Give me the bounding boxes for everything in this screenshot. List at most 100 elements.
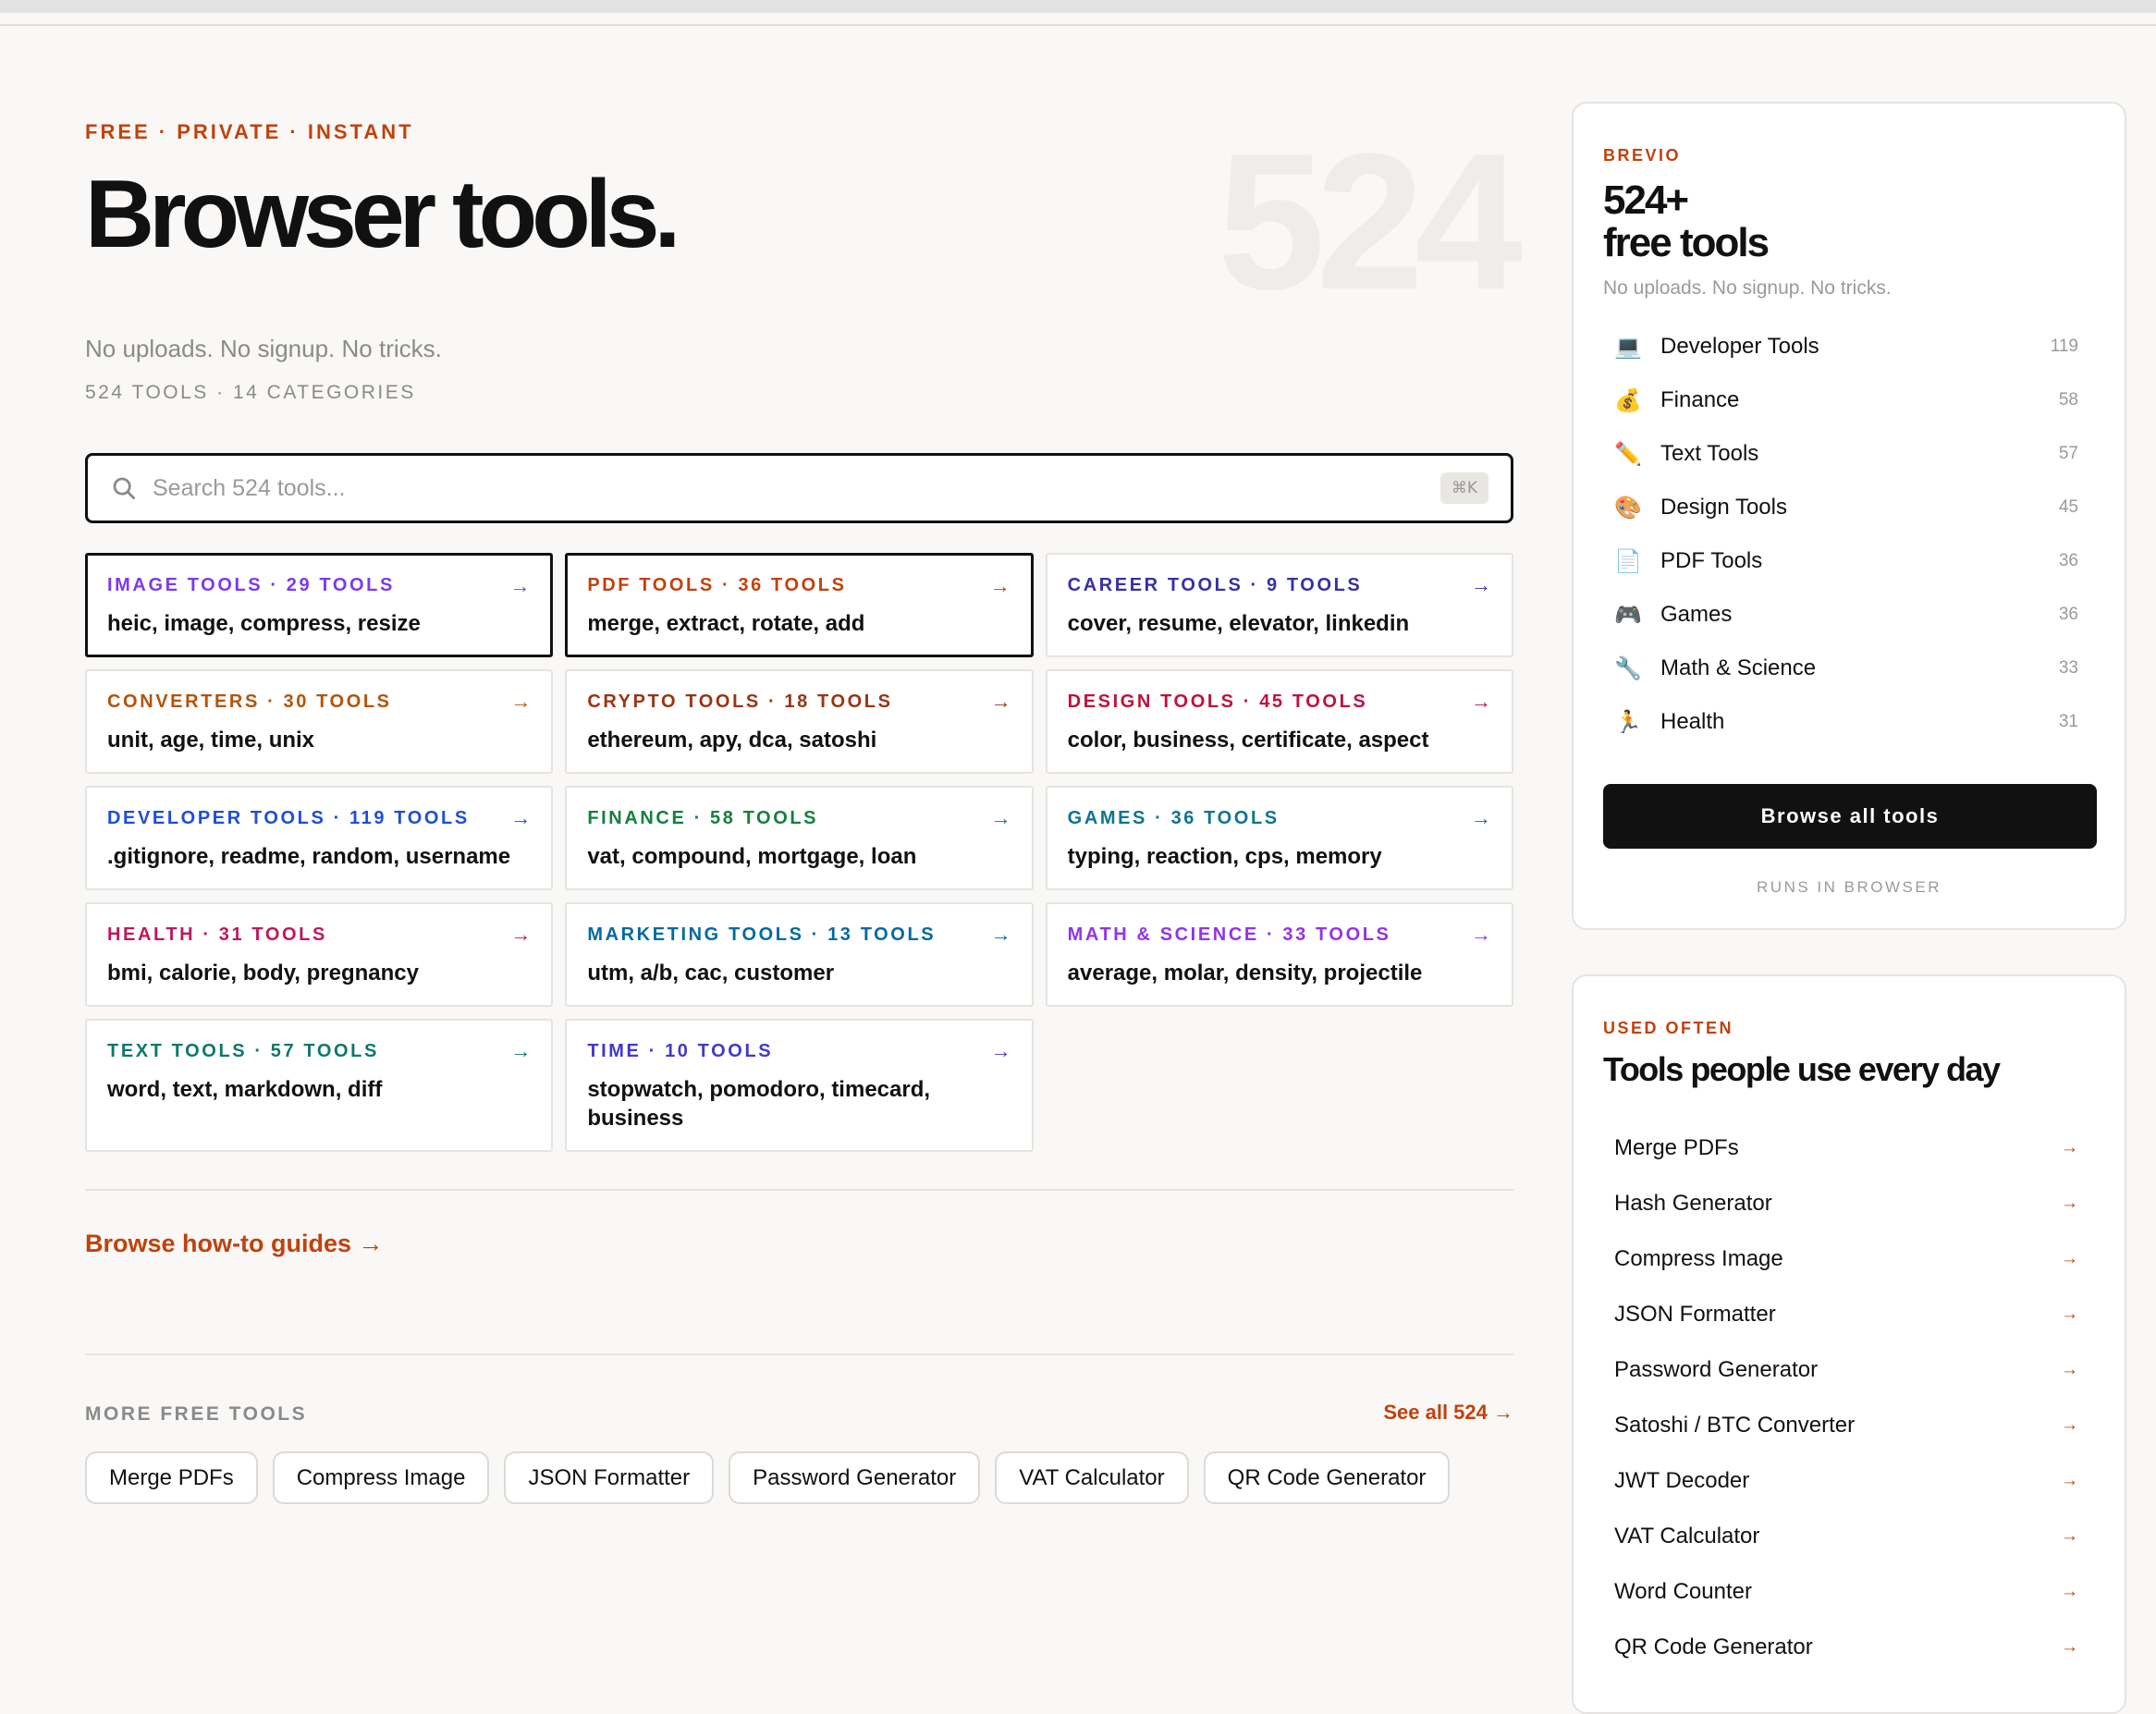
sidebar-category-label: Games <box>1660 602 1733 627</box>
top-divider <box>0 24 2156 26</box>
category-card[interactable]: TEXT TOOLS · 57 TOOLS → word, text, markdo… <box>85 1019 554 1152</box>
category-card-heading: CONVERTERS · 30 TOOLS <box>107 692 392 712</box>
category-emoji-icon: 📄 <box>1614 548 1642 574</box>
popular-tool-label: VAT Calculator <box>1614 1524 1760 1549</box>
section-divider <box>85 1189 1513 1191</box>
category-card-keywords: heic, image, compress, resize <box>107 611 421 636</box>
category-card-heading: DESIGN TOOLS · 45 TOOLS <box>1067 692 1368 712</box>
popular-tool-item[interactable]: JSON Formatter → <box>1603 1287 2089 1342</box>
sidebar-category-item[interactable]: 💻 Developer Tools 119 <box>1603 320 2089 373</box>
category-card[interactable]: PDF TOOLS · 36 TOOLS → merge, extract, rot… <box>565 553 1034 657</box>
browse-guides-link[interactable]: Browse how-to guides → <box>85 1230 384 1258</box>
popular-tool-label: Password Generator <box>1614 1357 1819 1382</box>
tool-pill[interactable]: Compress Image <box>272 1451 490 1504</box>
arrow-right-icon: → <box>989 574 1011 597</box>
category-card[interactable]: DESIGN TOOLS · 45 TOOLS → color, business,… <box>1045 669 1513 774</box>
hero-eyebrow: FREE · PRIVATE · INSTANT <box>85 120 414 143</box>
page-title: Browser tools. <box>85 161 680 268</box>
category-card[interactable]: TIME · 10 TOOLS → stopwatch, pomodoro, tim… <box>565 1019 1034 1152</box>
category-card-keywords: unit, age, time, unix <box>107 728 315 753</box>
sidebar-category-item[interactable]: 🔧 Math & Science 33 <box>1603 642 2089 695</box>
arrow-right-icon: → <box>990 806 1011 829</box>
category-card[interactable]: HEALTH · 31 TOOLS → bmi, calorie, body, pr… <box>85 902 554 1007</box>
category-card[interactable]: GAMES · 36 TOOLS → typing, reaction, cps, … <box>1045 786 1513 890</box>
sidebar-category-count: 45 <box>2058 497 2078 517</box>
category-card[interactable]: FINANCE · 58 TOOLS → vat, compound, mortga… <box>565 786 1034 890</box>
category-emoji-icon: 🎨 <box>1614 495 1642 520</box>
sidebar-category-item[interactable]: 💰 Finance 58 <box>1603 373 2089 427</box>
popular-tool-item[interactable]: VAT Calculator → <box>1603 1509 2089 1564</box>
arrow-right-icon: → <box>990 1039 1011 1062</box>
sidebar-category-item[interactable]: 🎨 Design Tools 45 <box>1603 481 2089 534</box>
sidebar-category-count: 31 <box>2058 712 2078 731</box>
arrow-right-icon: → <box>2061 1194 2078 1213</box>
category-emoji-icon: 🔧 <box>1614 655 1642 681</box>
arrow-right-icon: → <box>2061 1637 2078 1657</box>
sidebar-category-count: 58 <box>2058 390 2078 410</box>
category-card-heading: CRYPTO TOOLS · 18 TOOLS <box>587 692 893 712</box>
category-emoji-icon: 💰 <box>1614 387 1642 413</box>
category-card-keywords: stopwatch, pomodoro, timecard, business <box>587 1077 931 1132</box>
category-card[interactable]: DEVELOPER TOOLS · 119 TOOLS → .gitignore, … <box>85 786 554 890</box>
search-input[interactable] <box>153 474 1440 502</box>
category-emoji-icon: 🏃 <box>1614 709 1642 735</box>
category-card-heading: GAMES · 36 TOOLS <box>1067 808 1280 828</box>
popular-tool-item[interactable]: QR Code Generator → <box>1603 1620 2089 1675</box>
sidebar-category-label: Developer Tools <box>1660 334 1819 359</box>
arrow-right-icon: → <box>510 923 532 946</box>
sidebar-category-item[interactable]: 📄 PDF Tools 36 <box>1603 534 2089 588</box>
arrow-right-icon: → <box>509 574 531 597</box>
sidebar-summary-card: BREVIO 524+ free tools No uploads. No si… <box>1572 102 2126 930</box>
tool-pill[interactable]: QR Code Generator <box>1203 1451 1451 1504</box>
category-card-keywords: ethereum, apy, dca, satoshi <box>587 728 877 753</box>
popular-eyebrow: USED OFTEN <box>1603 1019 1734 1037</box>
search-box[interactable]: ⌘K <box>85 453 1513 523</box>
arrow-right-icon: → <box>2061 1526 2078 1546</box>
sidebar-category-count: 36 <box>2058 605 2078 624</box>
category-card-heading: CAREER TOOLS · 9 TOOLS <box>1067 575 1363 595</box>
browser-top-bar <box>0 0 2156 13</box>
tool-pill[interactable]: VAT Calculator <box>995 1451 1189 1504</box>
category-card[interactable]: CAREER TOOLS · 9 TOOLS → cover, resume, el… <box>1045 553 1513 657</box>
arrow-right-icon: → <box>510 690 532 713</box>
sidebar-category-label: Math & Science <box>1660 655 1817 680</box>
popular-tool-item[interactable]: Password Generator → <box>1603 1342 2089 1398</box>
hero-meta: 524 TOOLS · 14 CATEGORIES <box>85 382 416 403</box>
popular-tool-item[interactable]: Satoshi / BTC Converter → <box>1603 1398 2089 1453</box>
popular-tool-label: Merge PDFs <box>1614 1135 1739 1160</box>
sidebar-category-item[interactable]: 🎮 Games 36 <box>1603 588 2089 642</box>
sidebar-category-label: PDF Tools <box>1660 548 1763 573</box>
popular-tool-item[interactable]: Word Counter → <box>1603 1564 2089 1620</box>
popular-tool-item[interactable]: Hash Generator → <box>1603 1176 2089 1231</box>
tool-pill[interactable]: Password Generator <box>729 1451 981 1504</box>
tool-pill[interactable]: JSON Formatter <box>504 1451 715 1504</box>
category-card-keywords: average, molar, density, projectile <box>1067 961 1423 986</box>
sidebar-category-label: Text Tools <box>1660 441 1759 466</box>
arrow-right-icon: → <box>510 1039 532 1062</box>
category-grid: IMAGE TOOLS · 29 TOOLS → heic, image, comp… <box>85 553 1513 1152</box>
category-card-keywords: cover, resume, elevator, linkedin <box>1067 611 1410 636</box>
category-card[interactable]: CRYPTO TOOLS · 18 TOOLS → ethereum, apy, d… <box>565 669 1034 774</box>
popular-tool-item[interactable]: Compress Image → <box>1603 1231 2089 1287</box>
arrow-right-icon: → <box>1471 573 1491 596</box>
category-card-heading: TEXT TOOLS · 57 TOOLS <box>107 1041 379 1061</box>
popular-tool-item[interactable]: Merge PDFs → <box>1603 1120 2089 1176</box>
category-card-heading: FINANCE · 58 TOOLS <box>587 808 819 828</box>
category-card[interactable]: CONVERTERS · 30 TOOLS → unit, age, time, u… <box>85 669 554 774</box>
sidebar-category-item[interactable]: 🏃 Health 31 <box>1603 695 2089 749</box>
sidebar-title: 524+ free tools <box>1603 178 1770 264</box>
sidebar-category-label: Finance <box>1660 387 1740 412</box>
browse-all-button[interactable]: Browse all tools <box>1603 784 2097 849</box>
category-card[interactable]: MATH & SCIENCE · 33 TOOLS → average, molar… <box>1045 902 1513 1007</box>
category-card[interactable]: IMAGE TOOLS · 29 TOOLS → heic, image, comp… <box>85 553 554 657</box>
category-card-keywords: vat, compound, mortgage, loan <box>587 844 917 869</box>
category-card-keywords: utm, a/b, cac, customer <box>587 961 835 986</box>
category-card[interactable]: MARKETING TOOLS · 13 TOOLS → utm, a/b, cac… <box>565 902 1034 1007</box>
tool-pill[interactable]: Merge PDFs <box>85 1451 258 1504</box>
arrow-right-icon: → <box>1471 690 1491 713</box>
see-all-link[interactable]: See all 524 → <box>1383 1401 1513 1425</box>
category-card-heading: DEVELOPER TOOLS · 119 TOOLS <box>107 808 470 828</box>
sidebar-category-item[interactable]: ✏️ Text Tools 57 <box>1603 427 2089 481</box>
popular-tool-item[interactable]: JWT Decoder → <box>1603 1453 2089 1509</box>
popular-tool-label: JWT Decoder <box>1614 1468 1750 1493</box>
